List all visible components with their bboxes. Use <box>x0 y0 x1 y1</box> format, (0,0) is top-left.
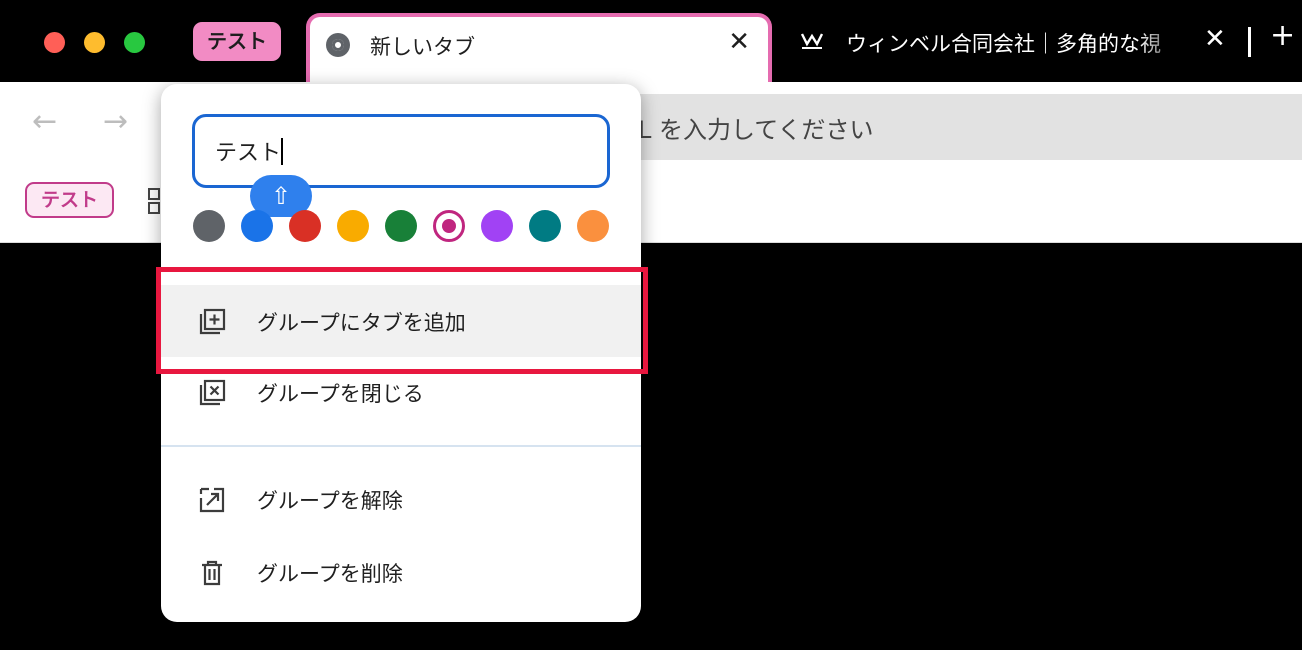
tab-title: ウィンベル合同会社｜多角的な視 <box>846 32 1161 56</box>
annotation-highlight-box <box>156 267 648 374</box>
color-swatch-pink[interactable] <box>433 210 465 242</box>
browser-window: テスト 新しいタブ ✕ ウィンベル合同会社｜多角的な視 ✕ + ← → L を入… <box>0 0 1302 650</box>
tab-close-button[interactable]: ✕ <box>728 27 750 57</box>
color-swatch-grey[interactable] <box>193 210 225 242</box>
new-tab-button[interactable]: + <box>1270 18 1295 53</box>
tab-separator <box>1248 27 1251 57</box>
tab-group-chip[interactable]: テスト <box>193 22 281 61</box>
color-swatch-blue[interactable] <box>241 210 273 242</box>
color-picker <box>193 210 613 244</box>
tab-title: 新しいタブ <box>370 35 475 59</box>
group-name-input[interactable] <box>192 114 610 188</box>
menu-item-label: グループを閉じる <box>257 382 424 406</box>
back-arrow-icon[interactable]: ← <box>32 104 57 139</box>
color-swatch-green[interactable] <box>385 210 417 242</box>
color-swatch-yellow[interactable] <box>337 210 369 242</box>
color-swatch-cyan[interactable] <box>529 210 561 242</box>
menu-item-label: グループを解除 <box>257 489 403 513</box>
forward-arrow-icon[interactable]: → <box>103 104 128 139</box>
tab-new-tab[interactable]: 新しいタブ ✕ <box>306 13 772 85</box>
tab-close-button[interactable]: ✕ <box>1204 24 1226 54</box>
menu-item-delete-group[interactable]: グループを削除 <box>161 536 641 608</box>
color-swatch-orange[interactable] <box>577 210 609 242</box>
tab-winbell[interactable]: ウィンベル合同会社｜多角的な視 ✕ <box>790 20 1240 64</box>
bookmark-group-chip[interactable]: テスト <box>25 182 115 218</box>
text-caret <box>281 138 283 165</box>
menu-item-ungroup[interactable]: グループを解除 <box>161 463 641 535</box>
address-bar-placeholder: L を入力してください <box>638 116 874 144</box>
menu-divider <box>161 445 641 447</box>
close-window-button[interactable] <box>44 32 65 53</box>
zoom-window-button[interactable] <box>124 32 145 53</box>
site-favicon-icon <box>800 28 824 50</box>
trash-icon <box>202 560 222 586</box>
menu-item-label: グループを削除 <box>257 562 403 586</box>
tab-strip: テスト 新しいタブ ✕ ウィンベル合同会社｜多角的な視 ✕ + <box>0 0 1302 85</box>
chrome-icon <box>326 33 350 57</box>
minimize-window-button[interactable] <box>84 32 105 53</box>
color-swatch-purple[interactable] <box>481 210 513 242</box>
close-group-icon <box>199 379 226 406</box>
ungroup-icon <box>199 487 225 513</box>
color-swatch-red[interactable] <box>289 210 321 242</box>
